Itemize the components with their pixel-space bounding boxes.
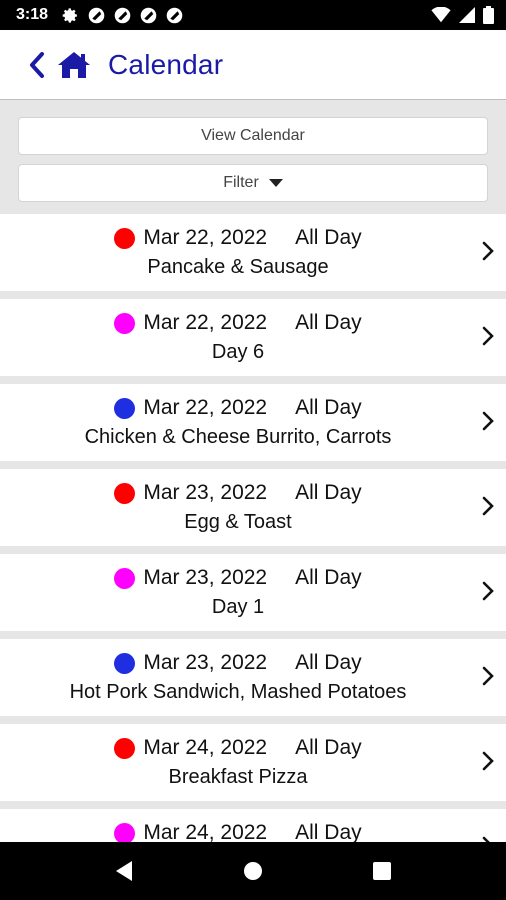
event-header: Mar 22, 2022 All Day: [0, 311, 476, 335]
system-nav-bar: [0, 842, 506, 900]
filter-dropdown[interactable]: Filter: [18, 164, 488, 202]
event-item[interactable]: Mar 23, 2022 All Day Hot Pork Sandwich, …: [0, 639, 506, 716]
event-date: Mar 22, 2022: [143, 396, 268, 419]
view-calendar-label: View Calendar: [201, 127, 305, 144]
event-title: Day 1: [211, 596, 265, 618]
category-dot: [114, 737, 136, 759]
category-dot: [114, 227, 136, 249]
circle-home-icon: [243, 862, 262, 880]
wifi-icon: [431, 7, 451, 23]
settings-icon: [62, 7, 77, 23]
status-bar: 3:18: [0, 0, 506, 30]
event-date: Mar 22, 2022: [143, 311, 268, 334]
event-item[interactable]: Mar 22, 2022 All Day Pancake & Sausage: [0, 214, 506, 291]
event-time: All Day: [295, 566, 362, 589]
chevron-right-icon: [482, 581, 494, 601]
event-title: Chicken & Cheese Burrito, Carrots: [84, 426, 392, 448]
battery-icon: [483, 6, 494, 24]
event-header: Mar 22, 2022 All Day: [0, 226, 476, 250]
chevron-right-icon: [482, 496, 494, 516]
event-item[interactable]: Mar 24, 2022 All Day: [0, 809, 506, 842]
event-header: Mar 22, 2022 All Day: [0, 396, 476, 420]
chevron-right-icon: [482, 836, 490, 842]
triangle-back-icon: [116, 861, 133, 881]
app-notification-icon: [114, 7, 131, 23]
square-recents-icon: [372, 862, 391, 880]
event-time: All Day: [295, 481, 362, 504]
event-date: Mar 22, 2022: [143, 226, 268, 249]
category-dot: [114, 397, 136, 419]
category-dot: [114, 312, 136, 334]
chevron-right-icon: [482, 751, 494, 771]
event-time: All Day: [295, 226, 362, 249]
event-item[interactable]: Mar 22, 2022 All Day Chicken & Cheese Bu…: [0, 384, 506, 461]
app-bar: Calendar: [0, 30, 506, 100]
nav-recents-button[interactable]: [362, 851, 402, 891]
app-notification-icon: [140, 7, 157, 23]
system-icons: [431, 6, 494, 24]
category-dot: [114, 482, 136, 504]
chevron-right-icon: [482, 666, 494, 686]
event-date: Mar 24, 2022: [143, 736, 268, 759]
chevron-left-icon: [30, 51, 44, 78]
chevron-right-icon: [482, 241, 494, 261]
home-button[interactable]: [54, 45, 94, 85]
event-title: Hot Pork Sandwich, Mashed Potatoes: [69, 681, 407, 703]
event-item[interactable]: Mar 24, 2022 All Day Breakfast Pizza: [0, 724, 506, 801]
event-date: Mar 23, 2022: [143, 481, 268, 504]
controls-panel: View Calendar Filter: [0, 100, 506, 214]
back-button[interactable]: [22, 45, 52, 85]
event-time: All Day: [295, 651, 362, 674]
category-dot: [114, 652, 136, 674]
chevron-right-icon: [482, 326, 494, 346]
event-header: Mar 24, 2022 All Day: [0, 821, 476, 842]
event-title: Pancake & Sausage: [147, 256, 329, 278]
event-item[interactable]: Mar 23, 2022 All Day Egg & Toast: [0, 469, 506, 546]
app-notification-icon: [166, 7, 183, 23]
nav-back-button[interactable]: [104, 851, 144, 891]
caret-down-icon: [268, 179, 283, 187]
event-item[interactable]: Mar 23, 2022 All Day Day 1: [0, 554, 506, 631]
event-list: Mar 22, 2022 All Day Pancake & Sausage M…: [0, 214, 506, 842]
home-icon: [58, 51, 90, 78]
chevron-right-icon: [482, 411, 494, 431]
event-header: Mar 23, 2022 All Day: [0, 481, 476, 505]
page-title: Calendar: [108, 48, 224, 80]
event-header: Mar 24, 2022 All Day: [0, 736, 476, 760]
event-title: Day 6: [211, 341, 265, 363]
event-time: All Day: [295, 311, 362, 334]
event-date: Mar 23, 2022: [143, 651, 268, 674]
event-title: Breakfast Pizza: [168, 766, 308, 788]
status-time: 3:18: [16, 6, 49, 23]
notification-icons: [62, 7, 183, 24]
app-notification-icon: [88, 7, 105, 23]
signal-icon: [459, 7, 475, 23]
event-header: Mar 23, 2022 All Day: [0, 651, 476, 675]
category-dot: [114, 822, 136, 842]
event-time: All Day: [295, 396, 362, 419]
event-time: All Day: [295, 821, 362, 842]
event-title: Egg & Toast: [184, 511, 292, 533]
event-header: Mar 23, 2022 All Day: [0, 566, 476, 590]
event-item[interactable]: Mar 22, 2022 All Day Day 6: [0, 299, 506, 376]
filter-label: Filter: [223, 174, 259, 191]
view-calendar-button[interactable]: View Calendar: [18, 117, 488, 155]
category-dot: [114, 567, 136, 589]
event-date: Mar 23, 2022: [143, 566, 268, 589]
event-time: All Day: [295, 736, 362, 759]
event-date: Mar 24, 2022: [143, 821, 268, 842]
nav-home-button[interactable]: [233, 851, 273, 891]
